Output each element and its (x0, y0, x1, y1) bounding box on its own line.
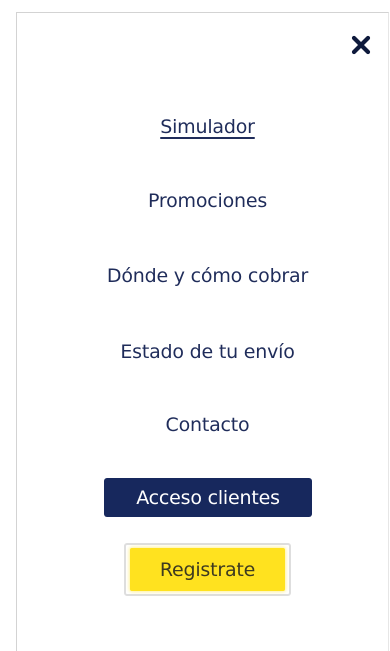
menu-item-estado-de-tu-envio[interactable]: Estado de tu envío (16, 339, 390, 365)
acceso-clientes-button[interactable]: Acceso clientes (104, 478, 312, 517)
close-icon[interactable] (349, 33, 373, 57)
menu-item-donde-y-como-cobrar[interactable]: Dónde y cómo cobrar (16, 263, 390, 289)
mobile-menu-screen: Simulador Promociones Dónde y cómo cobra… (0, 0, 390, 651)
menu-item-contacto[interactable]: Contacto (16, 412, 390, 438)
menu-item-simulador[interactable]: Simulador (16, 114, 390, 140)
registrate-button-focus-ring: Registrate (124, 543, 291, 596)
menu-item-promociones[interactable]: Promociones (16, 188, 390, 214)
registrate-button[interactable]: Registrate (130, 548, 285, 591)
